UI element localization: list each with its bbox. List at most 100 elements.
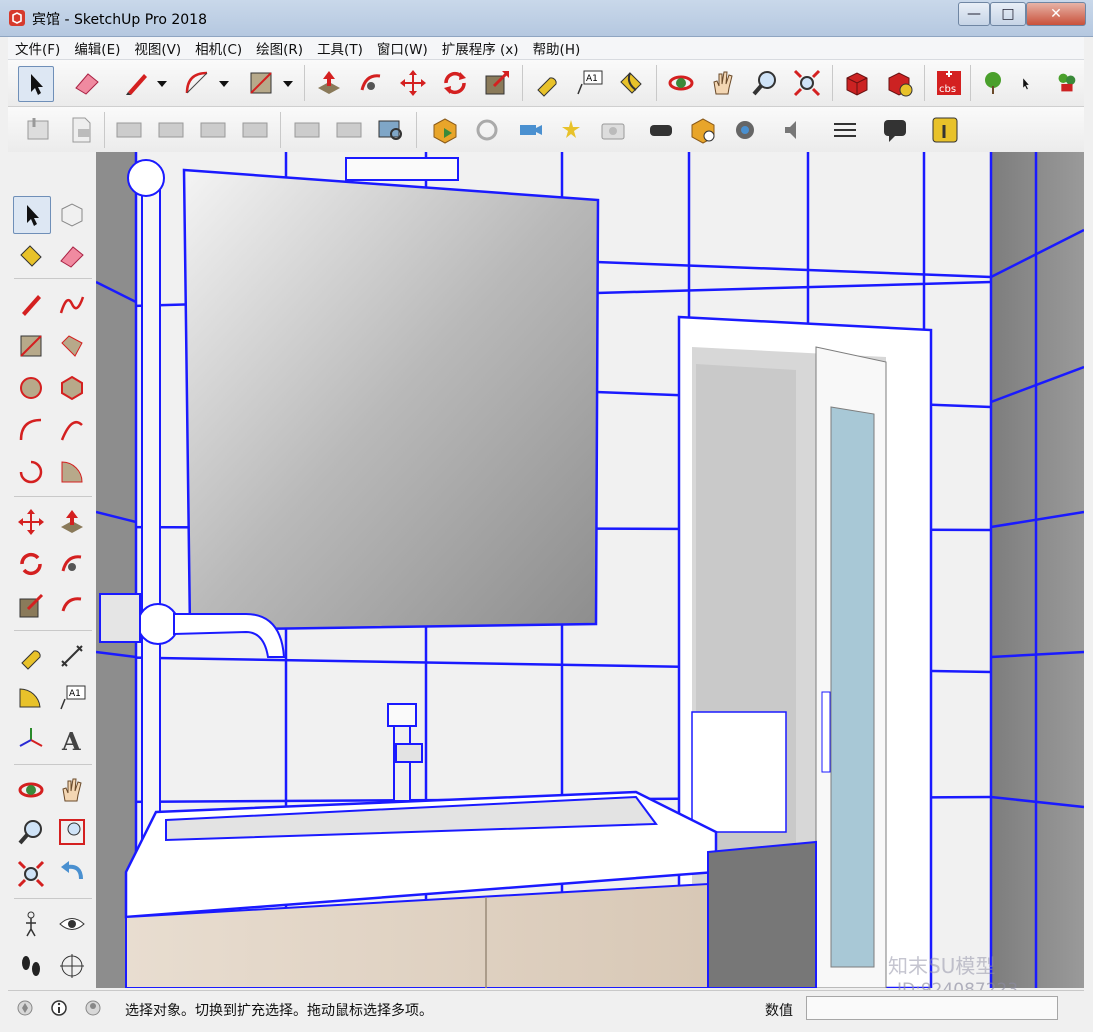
left-3d-text-tool[interactable]: A xyxy=(54,722,90,758)
arc-tool-button[interactable] xyxy=(180,66,214,100)
left-zoom-tool[interactable] xyxy=(13,814,49,850)
cbs-plugin-button[interactable]: cbs xyxy=(932,66,966,100)
left-tape-tool[interactable] xyxy=(13,638,49,674)
left-dimension-tool[interactable] xyxy=(54,638,90,674)
tape-measure-tool-button[interactable] xyxy=(530,66,564,100)
left-component-tool[interactable] xyxy=(54,196,90,232)
scene-tool-2[interactable] xyxy=(332,113,366,147)
left-2pt-arc-tool[interactable] xyxy=(54,412,90,448)
user-account-icon[interactable] xyxy=(84,999,102,1017)
left-text-tool[interactable]: A1 xyxy=(54,680,90,716)
small-select-button[interactable] xyxy=(1012,66,1040,100)
follow-me-tool-button[interactable] xyxy=(354,66,388,100)
left-pan-tool[interactable] xyxy=(54,772,90,808)
left-pie-tool[interactable] xyxy=(54,454,90,490)
minimize-button[interactable]: — xyxy=(958,2,990,26)
render-camera-button[interactable] xyxy=(512,113,546,147)
menu-window[interactable]: 窗口(W) xyxy=(370,38,435,58)
menu-edit[interactable]: 编辑(E) xyxy=(67,38,127,58)
add-material-button[interactable] xyxy=(686,113,720,147)
menu-extensions[interactable]: 扩展程序 (x) xyxy=(435,38,526,58)
left-follow-me-tool[interactable] xyxy=(54,546,90,582)
menu-camera[interactable]: 相机(C) xyxy=(188,38,249,58)
scene-search-button[interactable] xyxy=(374,113,408,147)
left-polygon-tool[interactable] xyxy=(54,370,90,406)
render-settings-button[interactable] xyxy=(728,113,762,147)
close-button[interactable]: ✕ xyxy=(1026,2,1086,26)
left-line-tool[interactable] xyxy=(13,286,49,322)
adjust-settings-button[interactable] xyxy=(828,113,862,147)
left-offset-tool[interactable] xyxy=(54,588,90,624)
left-arc-tool[interactable] xyxy=(13,412,49,448)
sandbox-tool-4[interactable] xyxy=(238,113,272,147)
zoom-tool-button[interactable] xyxy=(748,66,782,100)
vr-button[interactable] xyxy=(644,113,678,147)
import-button[interactable] xyxy=(22,113,56,147)
3d-warehouse-button[interactable] xyxy=(840,66,874,100)
rotate-tool-button[interactable] xyxy=(438,66,472,100)
sandbox-tool-1[interactable] xyxy=(112,113,146,147)
pencil-tool-button[interactable] xyxy=(120,66,154,100)
geo-location-icon[interactable] xyxy=(16,999,34,1017)
left-freehand-tool[interactable] xyxy=(54,286,90,322)
render-refresh-button[interactable] xyxy=(470,113,504,147)
paint-bucket-tool-button[interactable] xyxy=(614,66,648,100)
scale-tool-button[interactable] xyxy=(480,66,514,100)
export-button[interactable] xyxy=(64,113,98,147)
left-circle-tool[interactable] xyxy=(13,370,49,406)
left-scale-tool[interactable] xyxy=(13,588,49,624)
chat-button[interactable] xyxy=(878,113,912,147)
pan-tool-button[interactable] xyxy=(706,66,740,100)
extension-warehouse-button[interactable] xyxy=(882,66,916,100)
left-look-around-tool[interactable] xyxy=(54,906,90,942)
sound-button[interactable] xyxy=(778,113,812,147)
eraser-tool-button[interactable] xyxy=(70,66,104,100)
left-protractor-tool[interactable] xyxy=(13,680,49,716)
info-icon[interactable] xyxy=(50,999,68,1017)
left-rectangle-tool[interactable] xyxy=(13,328,49,364)
sandbox-tool-2[interactable] xyxy=(154,113,188,147)
left-eraser-tool[interactable] xyxy=(54,238,90,274)
push-pull-tool-button[interactable] xyxy=(312,66,346,100)
left-rotate-tool[interactable] xyxy=(13,546,49,582)
left-position-camera-tool[interactable] xyxy=(13,906,49,942)
zoom-extents-tool-button[interactable] xyxy=(790,66,824,100)
rectangle-tool-button[interactable] xyxy=(244,66,278,100)
maximize-button[interactable]: □ xyxy=(990,2,1026,26)
shape-dropdown[interactable] xyxy=(280,66,296,100)
left-push-pull-tool[interactable] xyxy=(54,504,90,540)
pencil-dropdown[interactable] xyxy=(154,66,170,100)
left-move-tool[interactable] xyxy=(13,504,49,540)
menu-help[interactable]: 帮助(H) xyxy=(526,38,588,58)
menu-draw[interactable]: 绘图(R) xyxy=(249,38,310,58)
text-tool-button[interactable]: A1 xyxy=(572,66,606,100)
left-axes-tool[interactable] xyxy=(13,722,49,758)
left-rotated-rect-tool[interactable] xyxy=(54,328,90,364)
menu-tools[interactable]: 工具(T) xyxy=(310,38,370,58)
left-orbit-tool[interactable] xyxy=(13,772,49,808)
left-select-tool[interactable] xyxy=(13,196,51,234)
orbit-tool-button[interactable] xyxy=(664,66,698,100)
left-zoom-window-tool[interactable] xyxy=(54,814,90,850)
sandbox-tool-3[interactable] xyxy=(196,113,230,147)
move-tool-button[interactable] xyxy=(396,66,430,100)
left-3pt-arc-tool[interactable] xyxy=(13,454,49,490)
plant-plugin-button[interactable] xyxy=(1052,66,1080,100)
left-zoom-extents-tool[interactable] xyxy=(13,856,49,892)
render-light-button[interactable] xyxy=(554,113,588,147)
render-start-button[interactable] xyxy=(428,113,462,147)
menu-file[interactable]: 文件(F) xyxy=(8,38,67,58)
left-section-plane-tool[interactable] xyxy=(54,948,90,984)
select-tool-button[interactable] xyxy=(18,66,54,102)
arc-dropdown[interactable] xyxy=(216,66,232,100)
left-walk-tool[interactable] xyxy=(13,948,49,984)
measurements-input[interactable] xyxy=(806,996,1058,1020)
scene-tool-1[interactable] xyxy=(290,113,324,147)
menu-view[interactable]: 视图(V) xyxy=(127,38,188,58)
tree-plugin-button[interactable] xyxy=(976,66,1010,100)
left-paint-tool[interactable] xyxy=(13,238,49,274)
model-viewport[interactable] xyxy=(96,152,1084,988)
render-snapshot-button[interactable] xyxy=(596,113,630,147)
info-button[interactable] xyxy=(928,113,962,147)
left-previous-view-tool[interactable] xyxy=(54,856,90,892)
